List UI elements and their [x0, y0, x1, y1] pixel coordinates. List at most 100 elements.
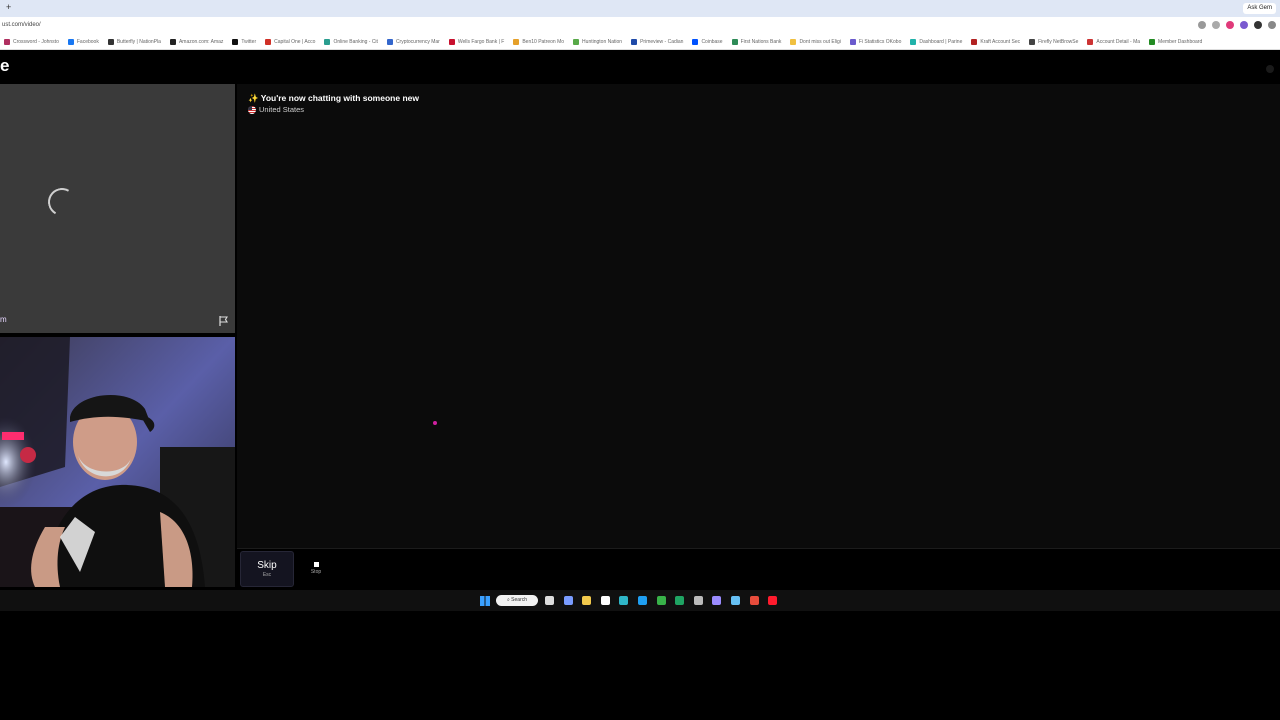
- bookmark-item[interactable]: Dont miss out Eligi: [790, 39, 841, 45]
- sheets-icon[interactable]: [675, 596, 685, 605]
- bookmark-favicon-icon: [849, 39, 856, 45]
- bookmark-item[interactable]: Cryptocurrency Mar: [386, 39, 440, 45]
- bookmark-item[interactable]: Capital One | Acco: [265, 39, 315, 45]
- bookmark-favicon-icon: [4, 39, 10, 45]
- bookmark-item[interactable]: Online Banking - Cit: [324, 39, 378, 45]
- skip-button[interactable]: Skip Esc: [240, 551, 294, 587]
- bookmark-item[interactable]: Account Detail - Ma: [1087, 39, 1140, 45]
- flag-icon[interactable]: [218, 315, 230, 327]
- bookmark-favicon-icon: [1087, 39, 1094, 45]
- browser-tab-strip: + Ask Gem: [0, 0, 1280, 17]
- extension-icon[interactable]: [1212, 21, 1220, 29]
- opera-icon[interactable]: [768, 596, 778, 605]
- extension-icon[interactable]: [1240, 21, 1248, 29]
- copilot-icon[interactable]: [563, 596, 573, 605]
- task-view-icon[interactable]: [545, 596, 554, 605]
- browser-icon[interactable]: [638, 596, 647, 605]
- country-label: United States: [259, 105, 305, 114]
- xbox-icon[interactable]: [656, 596, 666, 605]
- bookmark-item[interactable]: Kraft Account Sec: [971, 39, 1020, 45]
- stop-icon: [313, 562, 319, 567]
- bookmark-favicon-icon: [324, 39, 331, 45]
- bookmark-item[interactable]: Facebook: [67, 39, 99, 45]
- steam-icon[interactable]: [731, 596, 740, 605]
- bookmark-item[interactable]: Crossword - Johnsto: [4, 39, 59, 45]
- bookmark-favicon-icon: [1029, 39, 1036, 45]
- bookmark-label: Member Dashboard: [1158, 39, 1203, 45]
- chrome-icon[interactable]: [749, 596, 759, 605]
- bookmark-favicon-icon: [107, 39, 114, 45]
- store-icon[interactable]: [600, 596, 610, 605]
- bookmark-label: Dont miss out Eligi: [799, 39, 841, 45]
- bookmark-item[interactable]: Member Dashboard: [1149, 39, 1202, 45]
- bookmark-item[interactable]: Primeview - Cadian: [631, 39, 683, 45]
- bookmark-item[interactable]: Ben10 Patreon Mo: [513, 39, 564, 45]
- bookmark-favicon-icon: [731, 39, 738, 45]
- bookmark-label: Coinbase: [701, 39, 723, 45]
- bookmark-label: Cryptocurrency Mar: [395, 39, 440, 45]
- bookmark-favicon-icon: [232, 39, 239, 45]
- us-flag-icon: [248, 105, 256, 114]
- file-explorer-icon[interactable]: [582, 596, 592, 605]
- calculator-icon[interactable]: [693, 596, 703, 605]
- mouse-cursor: [433, 421, 437, 425]
- stranger-name: m: [0, 315, 7, 324]
- snip-icon[interactable]: [712, 596, 722, 605]
- windows-start-icon[interactable]: [480, 596, 490, 606]
- chat-status-message: ✨ You're now chatting with someone new: [248, 93, 419, 103]
- bookmark-favicon-icon: [265, 39, 272, 45]
- self-webcam-video: [0, 337, 235, 587]
- bookmark-item[interactable]: First Nations Bank: [731, 39, 782, 45]
- extension-icon[interactable]: [1198, 21, 1206, 29]
- bookmark-item[interactable]: Fi Statistics OKobo: [849, 39, 901, 45]
- skip-shortcut: Esc: [262, 572, 272, 578]
- bookmark-favicon-icon: [513, 39, 520, 45]
- url-text[interactable]: ust.com/video/: [2, 22, 41, 28]
- address-bar[interactable]: ust.com/video/: [0, 17, 1280, 36]
- bookmark-item[interactable]: Wells Fargo Bank | F: [448, 39, 505, 45]
- stop-label: Stop: [310, 569, 322, 575]
- stop-button[interactable]: Stop: [305, 557, 327, 583]
- bookmark-label: Dashboard | Parine: [919, 39, 963, 45]
- bookmark-item[interactable]: Twitter: [232, 39, 256, 45]
- bookmark-label: First Nations Bank: [740, 39, 782, 45]
- profile-avatar[interactable]: [1266, 65, 1274, 73]
- bookmark-label: Amazon.com: Amaz: [178, 39, 224, 45]
- bookmark-label: Account Detail - Ma: [1096, 39, 1141, 45]
- ask-gemini-button[interactable]: Ask Gem: [1243, 3, 1276, 14]
- extension-icon[interactable]: [1226, 21, 1234, 29]
- bookmark-favicon-icon: [448, 39, 455, 45]
- chat-panel: ✨ You're now chatting with someone new U…: [237, 84, 1280, 548]
- bookmark-item[interactable]: Dashboard | Parine: [910, 39, 962, 45]
- bookmark-favicon-icon: [573, 39, 580, 45]
- bookmark-item[interactable]: Coinbase: [692, 39, 723, 45]
- bookmark-favicon-icon: [169, 39, 176, 45]
- bookmark-item[interactable]: Huntington Nation: [573, 39, 622, 45]
- bookmark-item[interactable]: Amazon.com: Amaz: [169, 39, 224, 45]
- bookmark-favicon-icon: [386, 39, 393, 45]
- new-tab-button[interactable]: +: [6, 2, 11, 12]
- bookmark-label: Wells Fargo Bank | F: [457, 39, 505, 45]
- bookmark-favicon-icon: [790, 39, 797, 45]
- extension-icon[interactable]: [1268, 21, 1276, 29]
- windows-taskbar: ⌕ Search: [0, 590, 1280, 611]
- bookmark-label: Twitter: [241, 39, 257, 45]
- bookmark-label: Crossword - Johnsto: [13, 39, 59, 45]
- bookmark-favicon-icon: [631, 39, 638, 45]
- bookmark-item[interactable]: Firefly NetBrowSe: [1029, 39, 1078, 45]
- bookmark-label: Huntington Nation: [582, 39, 623, 45]
- bookmark-label: Capital One | Acco: [274, 39, 316, 45]
- skip-label: Skip: [257, 560, 277, 571]
- loading-spinner-icon: [44, 184, 80, 220]
- edge-icon[interactable]: [619, 596, 629, 605]
- bookmark-label: Facebook: [76, 39, 99, 45]
- bookmark-favicon-icon: [971, 39, 978, 45]
- site-logo[interactable]: e: [0, 56, 9, 76]
- taskbar-search[interactable]: ⌕ Search: [496, 595, 538, 606]
- bookmark-favicon-icon: [692, 39, 699, 45]
- bookmark-favicon-icon: [67, 39, 74, 45]
- bookmark-label: Online Banking - Cit: [333, 39, 378, 45]
- site-header: e: [0, 51, 1280, 84]
- extension-icon[interactable]: [1254, 21, 1262, 29]
- bookmark-item[interactable]: Butterfly | NationPla: [107, 39, 161, 45]
